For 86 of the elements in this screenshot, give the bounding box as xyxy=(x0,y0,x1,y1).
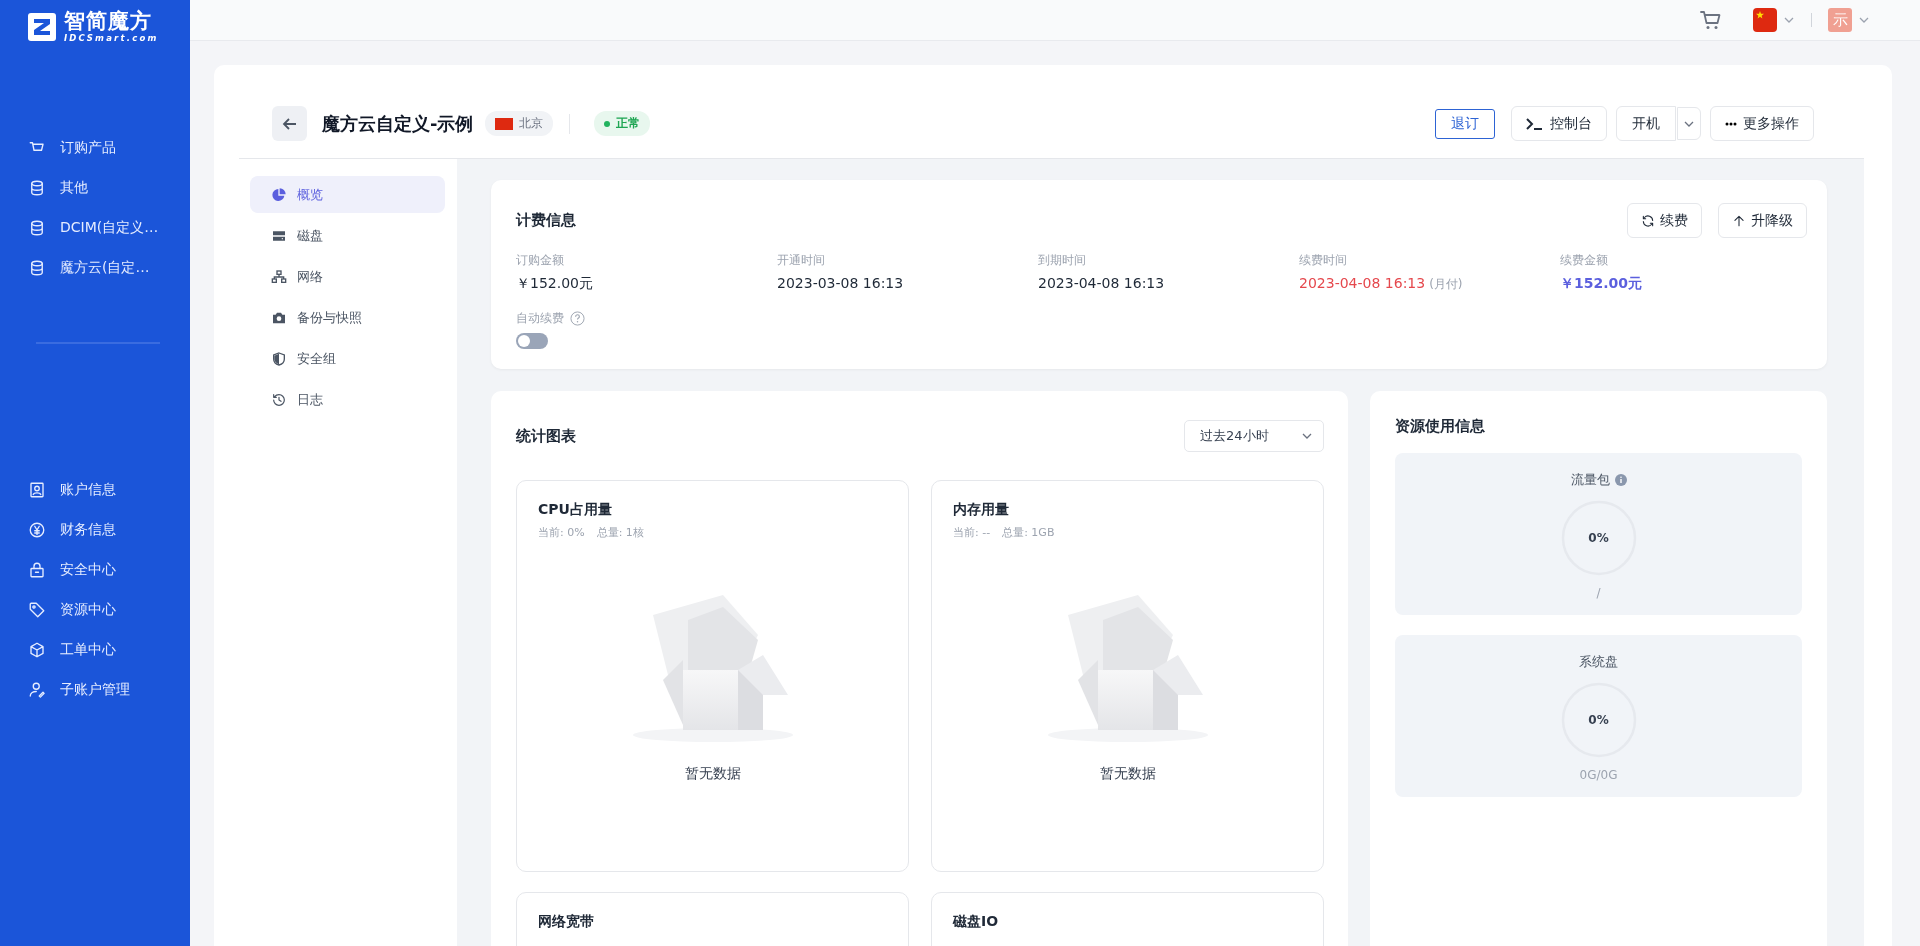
section-title: 资源使用信息 xyxy=(1395,417,1486,436)
section-title: 统计图表 xyxy=(516,426,576,446)
billing-cycle-note: (月付) xyxy=(1429,276,1463,293)
usage-detail: 0G/0G xyxy=(1579,768,1618,782)
field-label: 到期时间 xyxy=(1038,252,1087,269)
field-value: 2023-04-08 16:13 xyxy=(1038,275,1165,291)
subnav-tab[interactable]: 日志 xyxy=(250,381,445,418)
sidebar-item[interactable]: 子账户管理 xyxy=(0,670,190,710)
arrow-up-icon xyxy=(1732,213,1746,228)
subnav-tab[interactable]: 备份与快照 xyxy=(250,299,445,336)
database-icon xyxy=(28,219,46,237)
user-icon xyxy=(28,681,46,699)
field-value: 2023-03-08 16:13 xyxy=(777,275,904,291)
lock-icon xyxy=(28,561,46,579)
status-tag: 正常 xyxy=(594,111,651,136)
back-arrow-icon xyxy=(281,115,298,132)
history-icon xyxy=(271,391,287,408)
sidebar-item[interactable]: DCIM(自定义… xyxy=(0,208,190,248)
chart-title: 磁盘IO xyxy=(953,913,1000,931)
brand-domain: IDCSmart.com xyxy=(64,34,159,43)
china-flag-icon[interactable] xyxy=(1753,8,1777,32)
total-capacity: 总量: 1核 xyxy=(596,525,644,540)
chart-title: 网络宽带 xyxy=(538,913,595,931)
pie-chart-icon xyxy=(271,186,287,203)
resource-label: 流量包 xyxy=(1570,471,1610,489)
info-icon xyxy=(1614,474,1627,486)
dropdown-button[interactable] xyxy=(1677,107,1701,140)
field-label: 续费金额 xyxy=(1560,252,1609,269)
database-icon xyxy=(28,179,46,197)
sidebar-item[interactable]: 财务信息 xyxy=(0,510,190,550)
yen-icon xyxy=(28,521,46,539)
cart-icon[interactable] xyxy=(1699,8,1723,32)
id-card-icon xyxy=(28,481,46,499)
field-label: 自动续费 xyxy=(516,310,564,327)
sidebar-item[interactable]: 订购产品 xyxy=(0,128,190,168)
auto-renew-toggle[interactable] xyxy=(516,333,548,349)
china-flag-icon xyxy=(495,117,514,130)
help-icon xyxy=(570,311,585,326)
subnav-tab[interactable]: 概览 xyxy=(250,176,445,213)
sidebar-item[interactable]: 工单中心 xyxy=(0,630,190,670)
power-on-button[interactable]: 开机 xyxy=(1616,106,1676,141)
upgrade-button[interactable]: 升降级 xyxy=(1718,203,1807,238)
usage-percent: 0% xyxy=(1588,531,1609,545)
unsubscribe-button[interactable]: 退订 xyxy=(1435,108,1495,139)
brand-name: 智简魔方 xyxy=(64,11,153,33)
logo-icon xyxy=(28,13,56,41)
subnav-tab[interactable]: 磁盘 xyxy=(250,217,445,254)
subnav-tab[interactable]: 安全组 xyxy=(250,340,445,377)
more-actions-button[interactable]: 更多操作 xyxy=(1710,106,1814,141)
resource-label: 系统盘 xyxy=(1579,653,1618,671)
console-button[interactable]: 控制台 xyxy=(1511,106,1607,141)
tag-icon xyxy=(28,601,46,619)
more-icon xyxy=(1725,121,1737,126)
terminal-icon xyxy=(1526,116,1544,131)
shield-icon xyxy=(271,350,287,367)
field-label: 开通时间 xyxy=(777,252,826,269)
database-icon xyxy=(28,259,46,277)
usage-detail: / xyxy=(1596,586,1601,600)
field-value: ￥152.00元 xyxy=(1560,275,1643,293)
refresh-icon xyxy=(1641,213,1655,228)
subnav-tab[interactable]: 网络 xyxy=(250,258,445,295)
chart-title: 内存用量 xyxy=(953,501,1010,519)
current-usage: 当前: 0% xyxy=(538,525,585,540)
sidebar-item[interactable]: 魔方云(自定… xyxy=(0,248,190,288)
sidebar-item[interactable]: 资源中心 xyxy=(0,590,190,630)
renew-button[interactable]: 续费 xyxy=(1627,203,1702,238)
empty-message: 暂无数据 xyxy=(685,765,741,783)
field-label: 续费时间 xyxy=(1299,252,1348,269)
field-value: ￥152.00元 xyxy=(516,275,593,293)
region-tag: 北京 xyxy=(485,111,554,136)
sidebar-item[interactable]: 安全中心 xyxy=(0,550,190,590)
empty-message: 暂无数据 xyxy=(1100,765,1156,783)
sidebar-item[interactable]: 账户信息 xyxy=(0,470,190,510)
product-title: 魔方云自定义-示例 xyxy=(322,111,474,136)
section-title: 计费信息 xyxy=(516,211,576,230)
network-icon xyxy=(271,268,287,285)
back-button[interactable] xyxy=(272,106,307,141)
chart-title: CPU占用量 xyxy=(538,501,613,519)
field-value: 2023-04-08 16:13 xyxy=(1299,275,1426,291)
field-label: 订购金额 xyxy=(516,252,565,269)
cube-icon xyxy=(28,641,46,659)
current-usage: 当前: -- xyxy=(953,525,991,540)
usage-percent: 0% xyxy=(1588,713,1609,727)
sidebar-item[interactable]: 其他 xyxy=(0,168,190,208)
time-range-select[interactable]: 过去24小时 xyxy=(1184,420,1324,452)
total-capacity: 总量: 1GB xyxy=(1002,525,1055,540)
